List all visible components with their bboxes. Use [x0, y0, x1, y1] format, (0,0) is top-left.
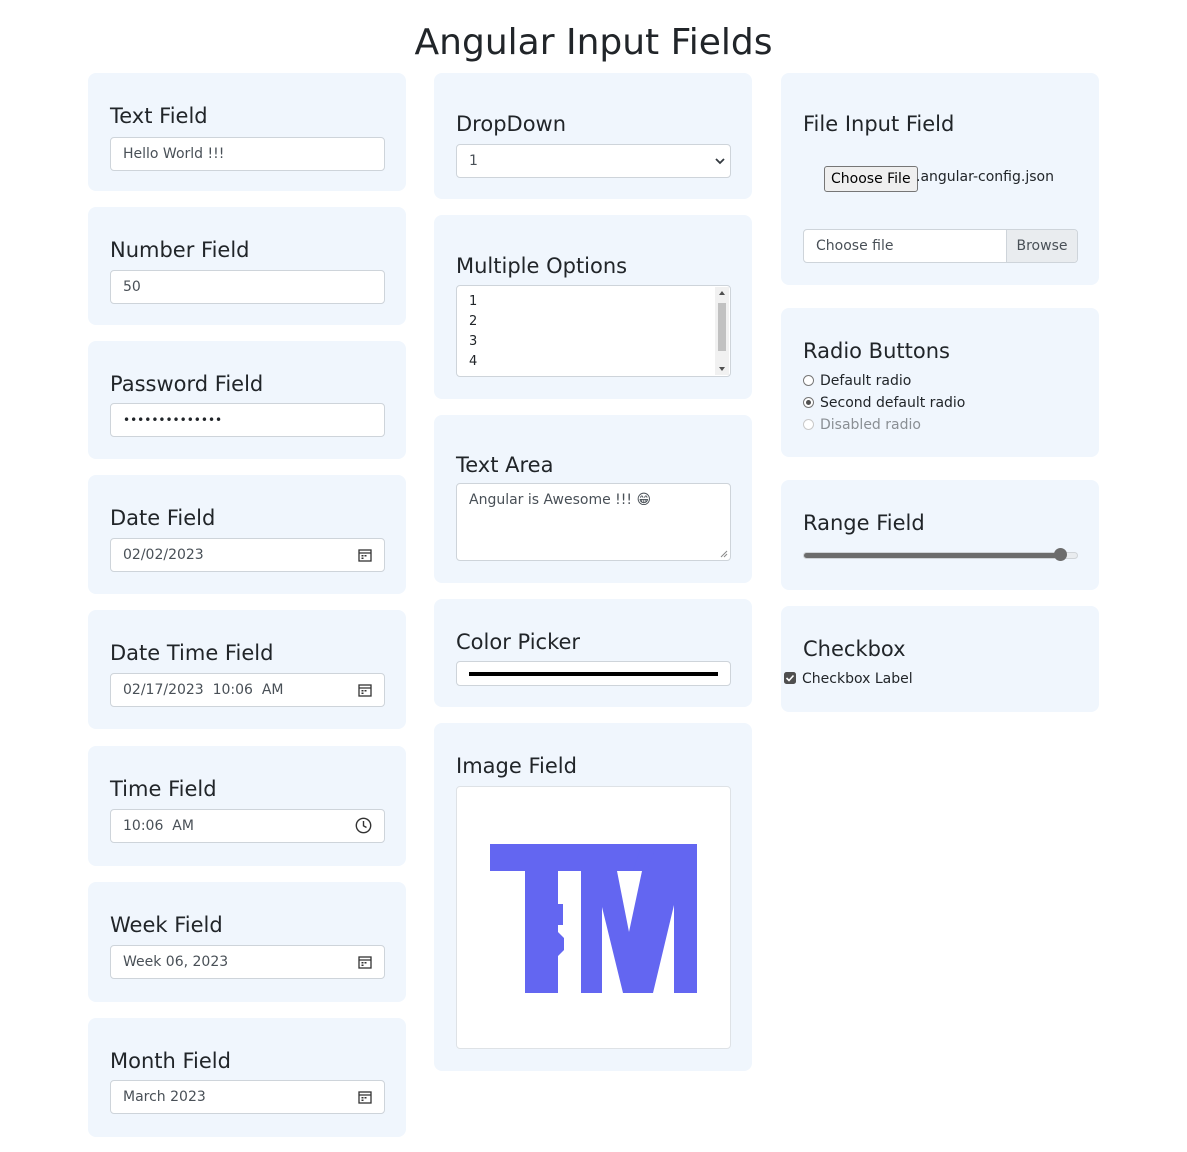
chevron-down-icon: [715, 158, 725, 165]
password-field-label: Password Field: [110, 372, 264, 396]
color-picker-input[interactable]: [456, 661, 731, 686]
number-field-card: Number Field 50: [88, 207, 406, 325]
range-fill: [804, 553, 1061, 558]
range-field-card: Range Field: [781, 480, 1099, 590]
number-field-label: Number Field: [110, 238, 250, 262]
file-input-card: File Input Field Choose File .angular-co…: [781, 73, 1099, 285]
scroll-down-icon[interactable]: [718, 366, 726, 372]
image-field-card: Image Field: [434, 723, 752, 1071]
week-input[interactable]: Week 06, 2023: [110, 945, 385, 979]
checkbox-label: Checkbox: [803, 637, 906, 661]
multiple-options-list[interactable]: 1 2 3 4: [456, 285, 731, 377]
dropdown-selected-value: 1: [469, 153, 478, 169]
time-field-card: Time Field 10:06 AM: [88, 746, 406, 866]
range-thumb[interactable]: [1054, 548, 1067, 561]
date-field-card: Date Field 02/02/2023: [88, 475, 406, 594]
number-input[interactable]: 50: [110, 270, 385, 304]
dropdown-card: DropDown 1: [434, 73, 752, 199]
custom-file-placeholder: Choose file: [816, 238, 894, 254]
time-input[interactable]: 10:06 AM: [110, 809, 385, 843]
text-field-label: Text Field: [110, 104, 208, 128]
text-area-input[interactable]: Angular is Awesome !!! 😁: [456, 483, 731, 561]
page-title: Angular Input Fields: [414, 22, 773, 63]
month-field-card: Month Field March 2023: [88, 1018, 406, 1137]
password-field-card: Password Field ••••••••••••••: [88, 341, 406, 459]
text-area-card: Text Area Angular is Awesome !!! 😁: [434, 415, 752, 583]
list-option-2[interactable]: 2: [469, 312, 718, 332]
time-field-label: Time Field: [110, 777, 217, 801]
radio-disabled: [803, 419, 814, 430]
file-name: .angular-config.json: [916, 169, 1054, 185]
calendar-icon[interactable]: [358, 955, 372, 969]
image-frame: [456, 786, 731, 1049]
date-input-value: 02/02/2023: [123, 547, 204, 563]
scroll-thumb[interactable]: [718, 303, 726, 351]
month-input-value: March 2023: [123, 1089, 206, 1105]
calendar-icon[interactable]: [358, 1090, 372, 1104]
checkbox-checked-icon[interactable]: [784, 672, 796, 684]
text-area-label: Text Area: [456, 453, 554, 477]
datetime-field-card: Date Time Field 02/17/2023 10:06 AM: [88, 610, 406, 729]
color-picker-label: Color Picker: [456, 630, 581, 654]
datetime-input[interactable]: 02/17/2023 10:06 AM: [110, 673, 385, 707]
dropdown-select[interactable]: 1: [456, 144, 731, 178]
calendar-icon[interactable]: [358, 683, 372, 697]
radio-default-label: Default radio: [820, 373, 912, 389]
dropdown-label: DropDown: [456, 112, 567, 136]
calendar-icon[interactable]: [358, 548, 372, 562]
radio-option-second[interactable]: Second default radio: [803, 395, 965, 411]
time-input-value: 10:06 AM: [123, 818, 194, 834]
checkbox-card: Checkbox Checkbox Label: [781, 606, 1099, 712]
datetime-field-label: Date Time Field: [110, 641, 274, 665]
checkbox-option[interactable]: Checkbox Label: [784, 671, 913, 687]
custom-file-input[interactable]: Choose file Browse: [803, 229, 1078, 263]
radio-second[interactable]: [803, 397, 814, 408]
text-input[interactable]: Hello World !!!: [110, 137, 385, 171]
week-input-value: Week 06, 2023: [123, 954, 229, 970]
color-swatch: [469, 672, 718, 676]
list-option-1[interactable]: 1: [469, 292, 718, 312]
radio-buttons-card: Radio Buttons Default radio Second defau…: [781, 308, 1099, 457]
datetime-input-value: 02/17/2023 10:06 AM: [123, 682, 284, 698]
list-option-4[interactable]: 4: [469, 352, 718, 372]
browse-button[interactable]: Browse: [1006, 230, 1077, 262]
text-area-value: Angular is Awesome !!! 😁: [469, 492, 652, 508]
list-scrollbar[interactable]: [715, 287, 729, 375]
month-field-label: Month Field: [110, 1049, 231, 1073]
resize-handle-icon[interactable]: [719, 549, 728, 558]
file-input-label: File Input Field: [803, 112, 955, 136]
checkbox-option-label: Checkbox Label: [802, 671, 913, 687]
range-field-label: Range Field: [803, 511, 925, 535]
image-field-label: Image Field: [456, 754, 577, 778]
choose-file-button[interactable]: Choose File: [824, 166, 918, 192]
color-picker-card: Color Picker: [434, 599, 752, 707]
text-field-card: Text Field Hello World !!!: [88, 73, 406, 191]
password-input[interactable]: ••••••••••••••: [110, 403, 385, 437]
radio-buttons-label: Radio Buttons: [803, 339, 950, 363]
clock-icon[interactable]: [355, 817, 372, 834]
multiple-options-card: Multiple Options 1 2 3 4: [434, 215, 752, 399]
radio-second-label: Second default radio: [820, 395, 966, 411]
radio-option-default[interactable]: Default radio: [803, 373, 911, 389]
date-field-label: Date Field: [110, 506, 216, 530]
radio-option-disabled: Disabled radio: [803, 417, 921, 433]
list-option-3[interactable]: 3: [469, 332, 718, 352]
week-field-label: Week Field: [110, 913, 223, 937]
tm-logo-image: [490, 844, 697, 993]
scroll-up-icon[interactable]: [718, 290, 726, 296]
month-input[interactable]: March 2023: [110, 1080, 385, 1114]
range-track[interactable]: [803, 548, 1078, 561]
date-input[interactable]: 02/02/2023: [110, 538, 385, 572]
radio-disabled-label: Disabled radio: [820, 417, 921, 433]
week-field-card: Week Field Week 06, 2023: [88, 882, 406, 1002]
radio-default[interactable]: [803, 375, 814, 386]
multiple-options-label: Multiple Options: [456, 254, 628, 278]
